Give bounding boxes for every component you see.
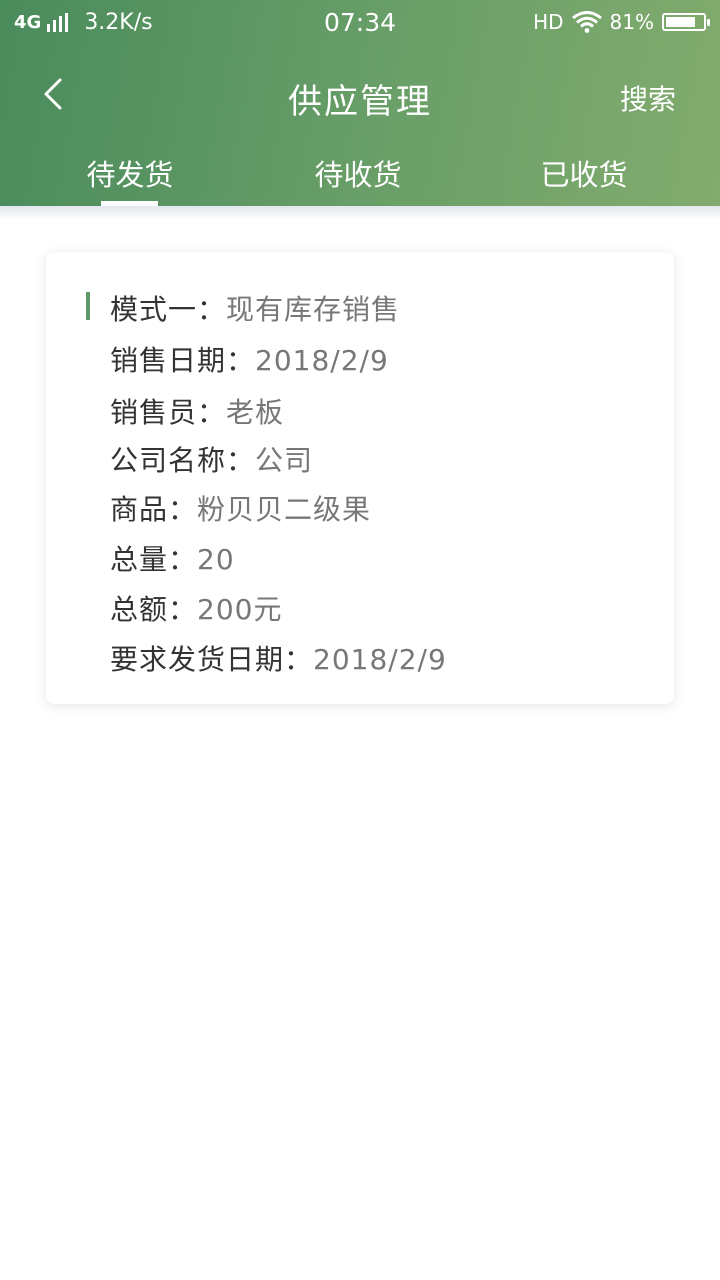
amount-label: 总额： bbox=[110, 593, 198, 626]
amount-row: 总额：200元 bbox=[110, 588, 282, 628]
quantity-row: 总量：20 bbox=[110, 538, 235, 578]
status-right: HD 81% bbox=[533, 10, 710, 34]
mode-row: 模式一：现有库存销售 bbox=[110, 288, 400, 328]
tab-pending-shipment[interactable]: 待发货 bbox=[50, 152, 210, 194]
sale-date-label: 销售日期： bbox=[110, 344, 256, 377]
quantity-value: 20 bbox=[197, 543, 235, 576]
hd-indicator: HD bbox=[533, 10, 564, 34]
battery-icon bbox=[662, 13, 710, 31]
nav-bar: 供应管理 搜索 bbox=[0, 48, 720, 144]
company-row: 公司名称：公司 bbox=[110, 439, 313, 479]
app-header: 4G 3.2K/s 07:34 HD 81% 供应管理 搜索 待发货 待收货 已… bbox=[0, 0, 720, 206]
wifi-icon bbox=[571, 11, 602, 33]
search-button[interactable]: 搜索 bbox=[620, 78, 676, 118]
page-title: 供应管理 bbox=[288, 82, 432, 122]
company-label: 公司名称： bbox=[110, 444, 256, 477]
mode-label: 模式一： bbox=[110, 293, 227, 326]
tab-pending-receipt[interactable]: 待收货 bbox=[278, 152, 438, 194]
company-value: 公司 bbox=[255, 444, 314, 477]
quantity-label: 总量： bbox=[110, 543, 198, 576]
status-bar: 4G 3.2K/s 07:34 HD 81% bbox=[0, 0, 720, 48]
product-value: 粉贝贝二级果 bbox=[197, 493, 372, 526]
header-shadow bbox=[0, 206, 720, 220]
salesperson-value: 老板 bbox=[226, 396, 285, 429]
card-accent-bar bbox=[86, 292, 90, 320]
product-row: 商品：粉贝贝二级果 bbox=[110, 488, 371, 528]
amount-value: 200元 bbox=[197, 593, 283, 626]
tab-bar: 待发货 待收货 已收货 bbox=[0, 144, 720, 206]
sale-date-row: 销售日期：2018/2/9 bbox=[110, 339, 389, 379]
salesperson-label: 销售员： bbox=[110, 396, 227, 429]
product-label: 商品： bbox=[110, 493, 198, 526]
battery-percent: 81% bbox=[609, 10, 654, 34]
sale-date-value: 2018/2/9 bbox=[255, 344, 389, 377]
ship-date-row: 要求发货日期：2018/2/9 bbox=[110, 638, 447, 678]
order-card[interactable]: 模式一：现有库存销售 销售日期：2018/2/9 销售员：老板 公司名称：公司 … bbox=[46, 252, 674, 704]
tab-received[interactable]: 已收货 bbox=[504, 152, 664, 194]
salesperson-row: 销售员：老板 bbox=[110, 391, 284, 431]
mode-value: 现有库存销售 bbox=[226, 293, 401, 326]
ship-date-label: 要求发货日期： bbox=[110, 643, 314, 676]
ship-date-value: 2018/2/9 bbox=[313, 643, 447, 676]
